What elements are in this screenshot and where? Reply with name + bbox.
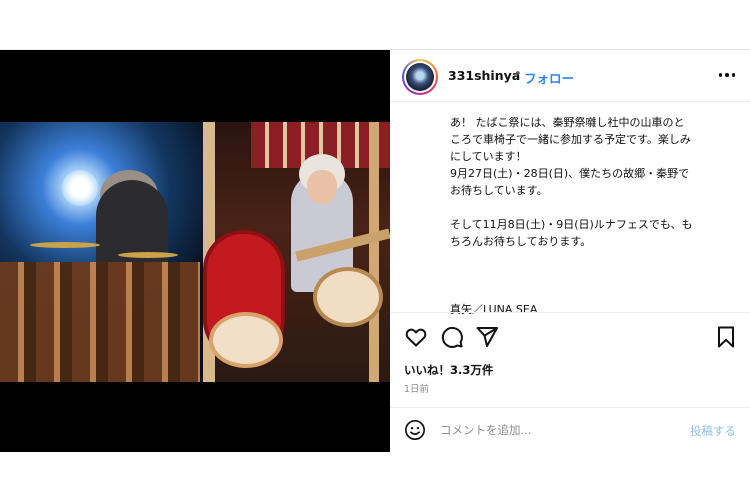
post-header: 331shinya • フォロー xyxy=(390,50,750,102)
like-count[interactable]: いいね！3.3万件 xyxy=(404,362,493,378)
taiko-drummer-face xyxy=(307,170,337,204)
more-dots-icon[interactable] xyxy=(716,67,738,83)
paper-plane-icon[interactable] xyxy=(475,325,499,349)
add-comment-bar: 投稿する xyxy=(390,407,750,452)
post-side-panel: 331shinya • フォロー あ！ たばこ祭には、秦野祭囃し社中の山車のと … xyxy=(390,50,750,452)
post-photo xyxy=(0,122,390,382)
dot xyxy=(725,73,729,77)
smiley-icon[interactable] xyxy=(404,419,426,441)
cymbal xyxy=(118,252,178,258)
post-caption: あ！ たばこ祭には、秦野祭囃し社中の山車のと ころで車椅子で一緒に参加する予定で… xyxy=(450,114,740,318)
drum-kit xyxy=(0,262,200,382)
small-drum xyxy=(313,267,383,327)
taiko-drum-head xyxy=(209,312,283,368)
bookmark-icon[interactable] xyxy=(714,325,738,349)
photo-drummer-stage xyxy=(0,122,203,382)
dot xyxy=(731,73,736,77)
caption-line: 9月27日(土)・28日(日)、僕たちの故郷・秦野で xyxy=(450,167,690,180)
wooden-pole xyxy=(369,122,379,382)
post-comment-button[interactable]: 投稿する xyxy=(690,423,736,439)
follow-button[interactable]: フォロー xyxy=(524,68,574,87)
instagram-post: 331shinya • フォロー あ！ たばこ祭には、秦野祭囃し社中の山車のと … xyxy=(0,49,750,452)
comment-bubble-icon[interactable] xyxy=(440,325,464,349)
cymbal xyxy=(30,242,100,248)
post-timestamp[interactable]: 1日前 xyxy=(404,381,429,395)
comment-input[interactable] xyxy=(440,417,670,443)
post-actions: いいね！3.3万件 1日前 xyxy=(390,312,750,420)
caption-line: にしています！ xyxy=(450,150,527,163)
heart-icon[interactable] xyxy=(404,325,428,349)
dot xyxy=(718,73,723,77)
post-media[interactable] xyxy=(0,50,390,452)
username-link[interactable]: 331shinya xyxy=(448,68,520,83)
stage-light xyxy=(62,170,98,206)
avatar-ring xyxy=(404,61,436,93)
avatar[interactable] xyxy=(402,59,438,95)
caption-line: お待ちしています。 xyxy=(450,184,548,197)
avatar-image xyxy=(406,63,434,91)
caption-line: ちろんお待ちしております。 xyxy=(450,235,592,248)
caption-line: あ！ たばこ祭には、秦野祭囃し社中の山車のと xyxy=(450,116,685,129)
photo-taiko-festival xyxy=(203,122,390,382)
separator-dot: • xyxy=(514,67,522,82)
caption-line: ころで車椅子で一緒に参加する予定です。楽しみ xyxy=(450,133,691,146)
caption-line: そして11月8日(土)・9日(日)ルナフェスでも、も xyxy=(450,218,693,231)
